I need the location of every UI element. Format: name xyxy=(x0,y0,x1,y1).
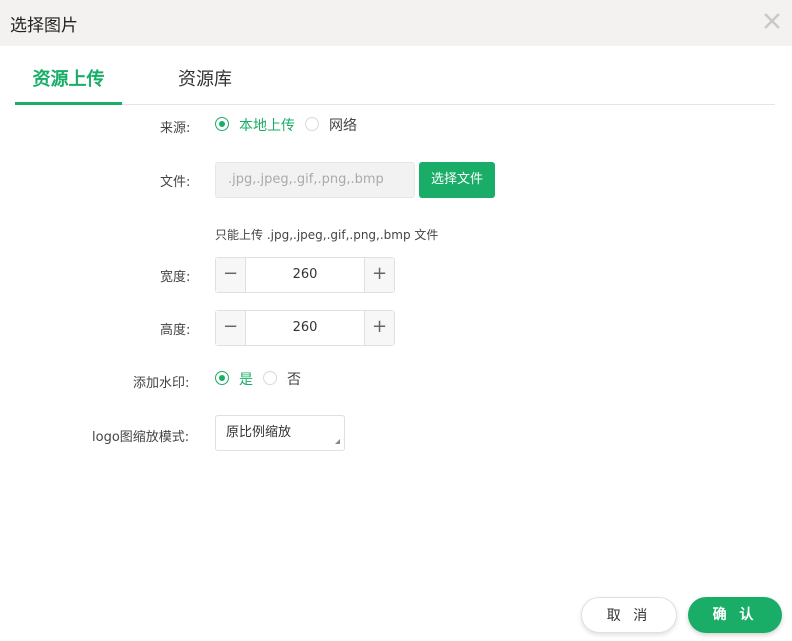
height-input[interactable]: 260 xyxy=(246,311,364,345)
close-icon[interactable] xyxy=(761,10,783,32)
tab-resource-library[interactable]: 资源库 xyxy=(165,58,245,105)
logo-scale-mode-value: 原比例缩放 xyxy=(226,425,292,440)
height-decrement-button[interactable]: − xyxy=(216,311,246,345)
select-resize-icon xyxy=(335,439,340,444)
radio-network-label[interactable]: 网络 xyxy=(329,115,357,135)
choose-file-button[interactable]: 选择文件 xyxy=(419,162,495,198)
tab-bar: 资源上传 资源库 xyxy=(15,58,775,105)
radio-watermark-no[interactable] xyxy=(263,371,277,385)
cancel-button[interactable]: 取 消 xyxy=(581,597,677,633)
width-decrement-button[interactable]: − xyxy=(216,258,246,292)
logo-scale-mode-select[interactable]: 原比例缩放 xyxy=(215,415,345,451)
radio-local-upload[interactable] xyxy=(215,117,229,131)
dialog-titlebar: 选择图片 xyxy=(0,0,792,46)
height-increment-button[interactable]: + xyxy=(364,311,394,345)
radio-watermark-yes[interactable] xyxy=(215,371,229,385)
confirm-button[interactable]: 确 认 xyxy=(688,597,782,633)
file-type-hint: 只能上传 .jpg,.jpeg,.gif,.png,.bmp 文件 xyxy=(215,228,439,242)
dialog-title: 选择图片 xyxy=(10,16,78,36)
height-stepper: − 260 + xyxy=(215,310,395,346)
radio-watermark-yes-label[interactable]: 是 xyxy=(239,369,253,389)
tab-resource-upload[interactable]: 资源上传 xyxy=(15,58,122,105)
height-label: 高度: xyxy=(160,323,191,338)
width-label: 宽度: xyxy=(160,270,191,285)
width-increment-button[interactable]: + xyxy=(364,258,394,292)
logo-scale-mode-label: logo图缩放模式: xyxy=(92,430,190,445)
source-label: 来源: xyxy=(160,121,191,136)
width-input[interactable]: 260 xyxy=(246,258,364,292)
radio-network[interactable] xyxy=(305,117,319,131)
radio-local-upload-label[interactable]: 本地上传 xyxy=(239,115,295,135)
file-label: 文件: xyxy=(160,175,191,190)
file-path-field[interactable]: .jpg,.jpeg,.gif,.png,.bmp xyxy=(215,162,415,198)
width-stepper: − 260 + xyxy=(215,257,395,293)
watermark-label: 添加水印: xyxy=(133,376,190,391)
radio-watermark-no-label[interactable]: 否 xyxy=(287,369,301,389)
